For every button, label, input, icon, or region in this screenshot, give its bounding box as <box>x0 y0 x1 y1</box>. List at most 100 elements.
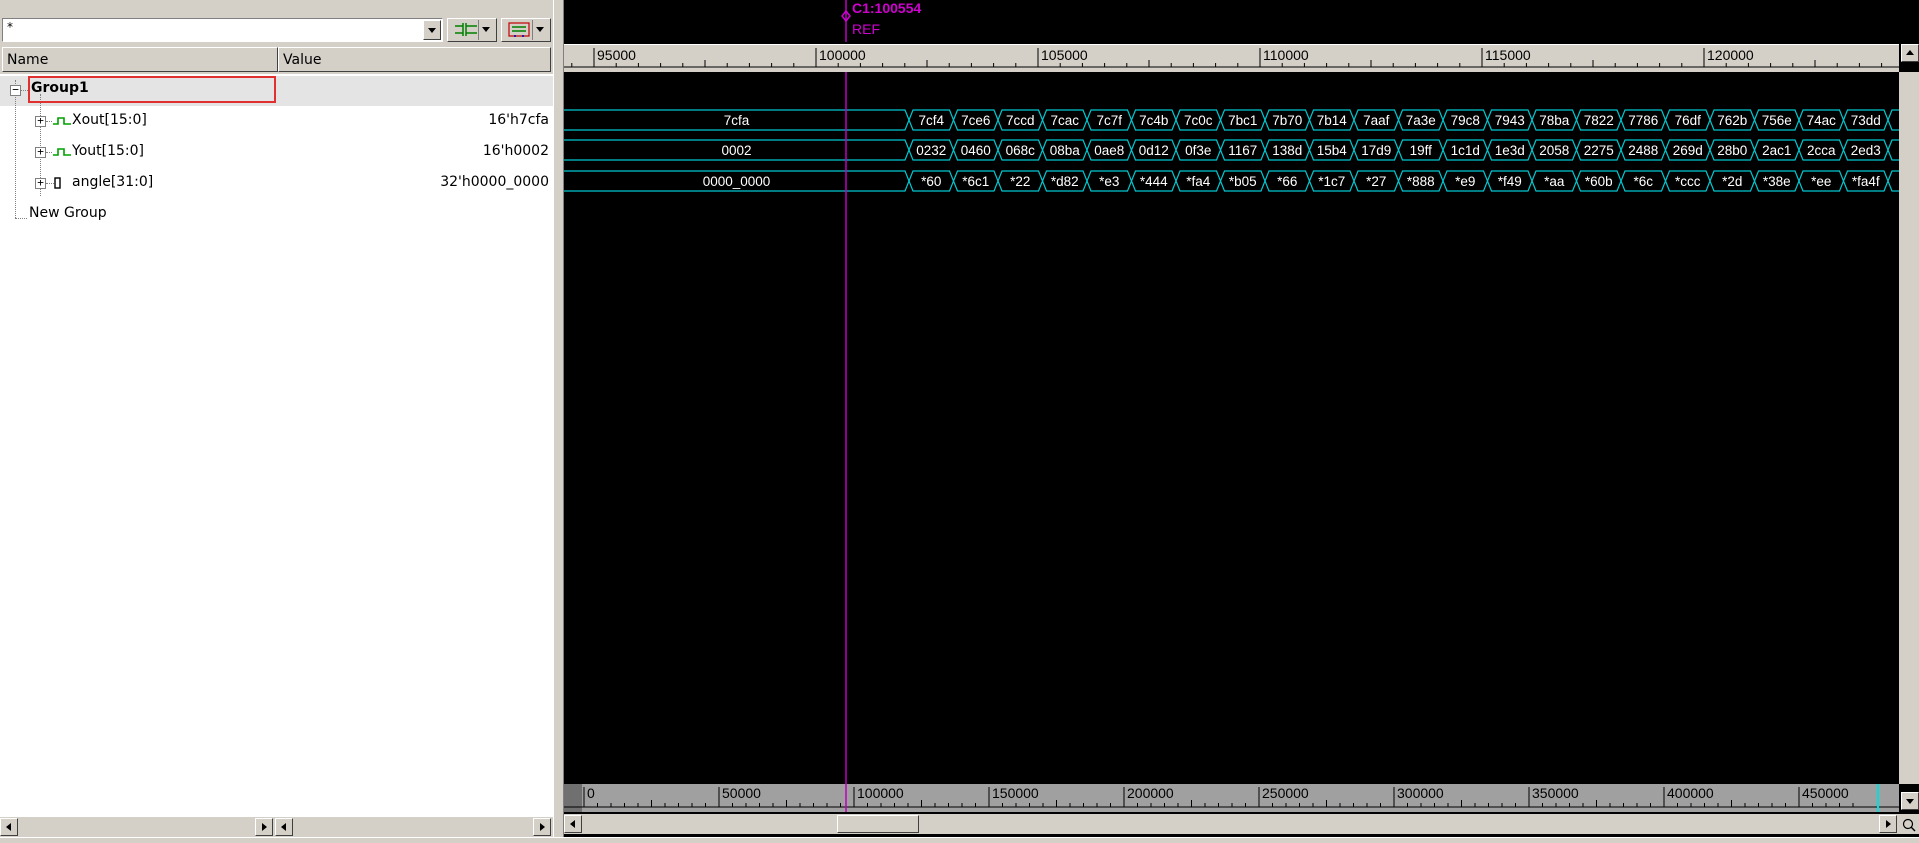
bus-value-label: *888 <box>1407 174 1435 189</box>
bus-value-label: 0ae8 <box>1094 143 1124 158</box>
bus-value-label: *ccc <box>1675 174 1701 189</box>
bus-value-label: *60 <box>921 174 941 189</box>
filter-dropdown-button[interactable] <box>423 20 441 40</box>
signal-tool-dropdown-1[interactable] <box>478 20 494 40</box>
bus-value-label: *d82 <box>1051 174 1079 189</box>
overview-label: 50000 <box>722 785 761 801</box>
bus-value-label: 7aaf <box>1363 113 1390 128</box>
bus-value-label: *ee <box>1811 174 1831 189</box>
bus-value-label: 7a3e <box>1406 113 1436 128</box>
overview-label: 200000 <box>1127 785 1174 801</box>
bus-value-label: *1c7 <box>1318 174 1345 189</box>
scroll-left-button[interactable] <box>564 815 582 833</box>
ruler-label: 115000 <box>1485 47 1531 63</box>
bus-value-label: 7ce6 <box>961 113 990 128</box>
signal-tool-button-2[interactable] <box>501 18 551 42</box>
tree-column-header: Name Value <box>2 47 551 72</box>
bus-value-label: 756e <box>1762 113 1792 128</box>
signal-name-xout[interactable]: Xout[15:0] <box>72 112 147 128</box>
column-header-name[interactable]: Name <box>2 47 278 72</box>
signal-value-xout: 16'h7cfa <box>488 112 549 128</box>
yout-expand-toggle[interactable]: + <box>35 146 46 158</box>
tree-line <box>15 218 27 219</box>
bus-value-label: 0460 <box>961 143 991 158</box>
ruler-label: 95000 <box>597 47 636 63</box>
scroll-right-button[interactable] <box>1879 815 1897 833</box>
group1-label[interactable]: Group1 <box>31 80 89 96</box>
status-strip <box>0 837 1919 843</box>
scroll-down-button[interactable] <box>1901 792 1919 810</box>
bus-value-label: *e9 <box>1455 174 1475 189</box>
column-header-value[interactable]: Value <box>278 47 551 72</box>
signal-value-yout: 16'h0002 <box>482 143 549 159</box>
tree-line <box>46 183 54 184</box>
bus-value-label: *f49 <box>1498 174 1522 189</box>
signal-filter-text[interactable]: * <box>7 20 13 34</box>
bus-value-label: *444 <box>1140 174 1168 189</box>
overview-ruler[interactable]: 0 50000 100000 150000 200000 250000 300000 3500… <box>564 784 1899 812</box>
bus-value-label: 17d9 <box>1361 143 1391 158</box>
bus-value-label: 0232 <box>916 143 946 158</box>
bus-value-label: 7ccd <box>1006 113 1035 128</box>
bus-icon <box>54 177 61 189</box>
signal-tree: − Group1 + Xout[15:0] 16'h7cfa + Yout[15… <box>0 74 553 817</box>
bus-value-label: 7786 <box>1628 113 1658 128</box>
tree-line <box>46 152 52 153</box>
overview-start-block <box>564 784 582 812</box>
bus-value-label: 068c <box>1006 143 1036 158</box>
scroll-up-button[interactable] <box>1901 44 1919 62</box>
waveform-pane: C1:100554 REF 95000 100000 105000 110000 115… <box>564 0 1919 843</box>
signal-tree-pane: * Name Value − Group1 + Xout[15:0] 16'h7… <box>0 0 553 843</box>
zoom-fit-icon[interactable] <box>1901 816 1917 832</box>
scroll-right-button[interactable] <box>255 818 273 836</box>
bus-value-label: 74ac <box>1807 113 1837 128</box>
scroll-right-button[interactable] <box>533 818 551 836</box>
signal-name-angle[interactable]: angle[31:0] <box>72 174 153 190</box>
bus-value-label: *b05 <box>1229 174 1257 189</box>
overview-label: 250000 <box>1262 785 1309 801</box>
ruler-label: 100000 <box>819 47 866 63</box>
ruler-label: 110000 <box>1263 47 1309 63</box>
xout-expand-toggle[interactable]: + <box>35 115 46 127</box>
bus-value-label: 0002 <box>721 143 751 158</box>
angle-expand-toggle[interactable]: + <box>35 177 46 189</box>
cursor-label: C1:100554 <box>852 0 921 16</box>
bus-value-label: 2058 <box>1539 143 1569 158</box>
signal-filter-combo[interactable]: * <box>2 18 443 42</box>
time-ruler[interactable]: 95000 100000 105000 110000 115000 120000 <box>564 44 1899 72</box>
bus-value-label: 762b <box>1717 113 1747 128</box>
group-signal-icon <box>508 22 530 37</box>
time-ruler-svg: 95000 100000 105000 110000 115000 120000 <box>564 47 1899 68</box>
bus-value-label: 1e3d <box>1495 143 1525 158</box>
bus-value-label: *fa4f <box>1852 174 1880 189</box>
ruler-label: 120000 <box>1707 47 1754 63</box>
signal-value-angle: 32'h0000_0000 <box>440 174 549 190</box>
signal-name-yout[interactable]: Yout[15:0] <box>72 143 144 159</box>
signal-tool-button-1[interactable] <box>447 18 497 42</box>
waveform-area[interactable]: 7cfa 7cf4 7ce6 7ccd 7cac 7c7f 7c4b 7c0c 7bc1 7b70… <box>564 72 1899 784</box>
signal-tool-dropdown-2[interactable] <box>532 20 548 40</box>
left-horizontal-scrollbar[interactable] <box>0 817 553 837</box>
vertical-scrollbar[interactable] <box>1899 72 1919 784</box>
cursor-header-svg: C1:100554 REF <box>841 0 921 42</box>
bus-value-label: 7c4b <box>1139 113 1168 128</box>
bus-value-label: *6c1 <box>962 174 989 189</box>
scroll-left-button[interactable] <box>275 818 293 836</box>
bus-value-label: *e3 <box>1099 174 1119 189</box>
pane-splitter[interactable] <box>553 0 564 843</box>
cursor-header: C1:100554 REF <box>564 0 1919 42</box>
overview-label: 0 <box>587 785 595 801</box>
scroll-left-button[interactable] <box>0 818 18 836</box>
group1-collapse-toggle[interactable]: − <box>10 84 21 96</box>
bus-value-label: 2ac1 <box>1762 143 1791 158</box>
waveform-horizontal-scrollbar[interactable] <box>564 814 1919 834</box>
bus-value-label: *aa <box>1544 174 1565 189</box>
overview-label: 300000 <box>1397 785 1444 801</box>
bus-value-label: *2d <box>1722 174 1742 189</box>
bus-value-label: 7cfa <box>724 113 750 128</box>
bus-value-label: 7c7f <box>1096 113 1122 128</box>
scrollbar-thumb[interactable] <box>837 815 919 833</box>
bus-value-label: 28b0 <box>1717 143 1747 158</box>
tree-line <box>15 80 16 218</box>
new-group-label[interactable]: New Group <box>29 205 107 221</box>
